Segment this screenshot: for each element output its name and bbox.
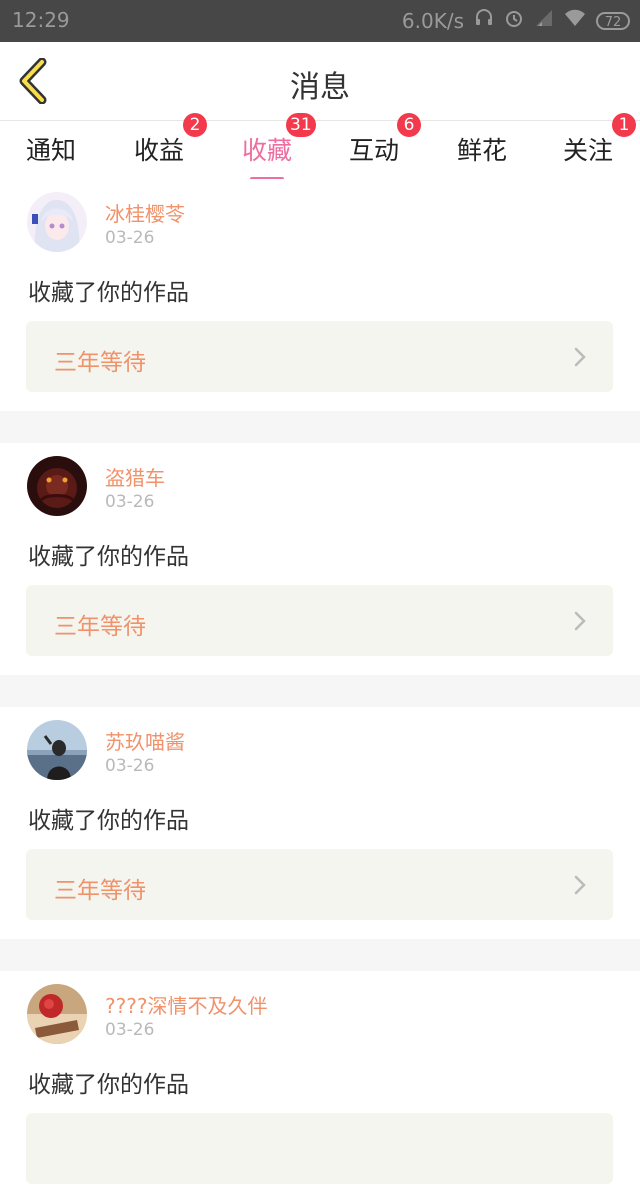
date: 03-26	[105, 756, 155, 776]
work-title: 三年等待	[54, 614, 146, 640]
list-item: ????深情不及久伴 03-26 收藏了你的作品	[0, 971, 640, 1203]
app-header: 消息	[0, 42, 640, 121]
tab-badge-interactions: 6	[397, 113, 421, 137]
message-text: 收藏了你的作品	[28, 544, 189, 570]
tab-label: 鲜花	[457, 136, 508, 165]
avatar[interactable]	[27, 192, 87, 252]
tab-label: 收益	[134, 136, 185, 165]
wifi-icon	[564, 8, 586, 33]
avatar[interactable]	[27, 720, 87, 780]
tab-label: 互动	[349, 136, 400, 165]
work-link[interactable]: 三年等待	[26, 321, 613, 392]
work-title: 三年等待	[54, 878, 146, 904]
tab-earnings[interactable]: 收益	[134, 131, 184, 167]
tab-label: 通知	[26, 136, 77, 165]
status-time: 12:29	[12, 8, 70, 32]
message-text: 收藏了你的作品	[28, 280, 189, 306]
avatar[interactable]	[27, 984, 87, 1044]
chevron-right-icon	[574, 875, 586, 895]
avatar[interactable]	[27, 456, 87, 516]
tab-follows[interactable]: 关注	[563, 131, 613, 167]
divider	[0, 939, 640, 971]
username[interactable]: 盗猎车	[105, 462, 165, 491]
tab-badge-follows: 1	[612, 113, 636, 137]
work-link[interactable]: 三年等待	[26, 585, 613, 656]
message-text: 收藏了你的作品	[28, 1072, 189, 1098]
battery-icon: 72	[596, 11, 630, 30]
divider	[0, 675, 640, 707]
divider	[0, 411, 640, 443]
date: 03-26	[105, 228, 155, 248]
tab-favorites[interactable]: 收藏	[242, 131, 293, 181]
message-text: 收藏了你的作品	[28, 808, 189, 834]
list-item: 盗猎车 03-26 收藏了你的作品 三年等待	[0, 443, 640, 675]
work-link[interactable]: 三年等待	[26, 849, 613, 920]
username[interactable]: 苏玖喵酱	[105, 726, 185, 755]
network-speed: 6.0K/s	[401, 8, 464, 33]
tab-notifications[interactable]: 通知	[26, 131, 76, 167]
username[interactable]: ????深情不及久伴	[105, 990, 267, 1019]
tab-label: 收藏	[242, 136, 293, 165]
status-bar: 12:29 6.0K/s 72	[0, 0, 640, 42]
work-title: 三年等待	[54, 350, 146, 376]
tab-label: 关注	[563, 136, 614, 165]
chevron-right-icon	[574, 347, 586, 367]
tab-bar: 通知 收益 收藏 互动 鲜花 关注	[0, 121, 640, 181]
list-item: 冰桂樱苓 03-26 收藏了你的作品 三年等待	[0, 179, 640, 411]
tab-flowers[interactable]: 鲜花	[457, 131, 507, 167]
list-item: 苏玖喵酱 03-26 收藏了你的作品 三年等待	[0, 707, 640, 939]
status-icons: 6.0K/s 72	[402, 8, 630, 33]
date: 03-26	[105, 492, 155, 512]
date: 03-26	[105, 1020, 155, 1040]
favorites-list: 冰桂樱苓 03-26 收藏了你的作品 三年等待 盗猎车 03-26 收藏了你的作…	[0, 179, 640, 1203]
signal-icon	[534, 8, 554, 33]
tab-badge-favorites: 31	[286, 113, 316, 137]
alarm-icon	[504, 8, 524, 33]
tab-badge-earnings: 2	[183, 113, 207, 137]
username[interactable]: 冰桂樱苓	[105, 198, 185, 227]
tab-interactions[interactable]: 互动	[349, 131, 399, 167]
work-link[interactable]	[26, 1113, 613, 1184]
page-title: 消息	[290, 70, 350, 105]
chevron-right-icon	[574, 611, 586, 631]
headset-icon	[474, 8, 494, 33]
